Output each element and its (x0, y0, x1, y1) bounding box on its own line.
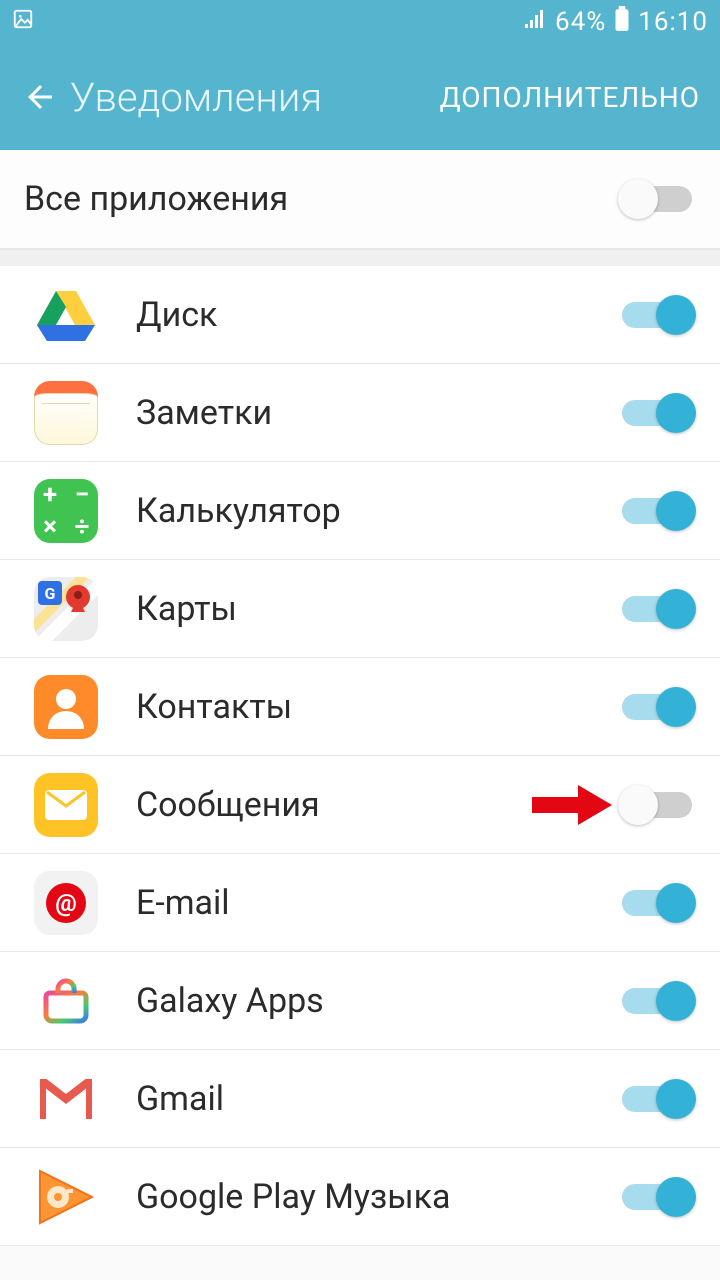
all-apps-row[interactable]: Все приложения (0, 150, 720, 250)
app-toggle-contacts[interactable] (618, 686, 696, 728)
maps-icon: G (34, 577, 98, 641)
app-row-calc[interactable]: +−×÷ Калькулятор (0, 462, 720, 560)
app-header: Уведомления ДОПОЛНИТЕЛЬНО (0, 44, 720, 150)
app-label: Заметки (136, 393, 618, 433)
all-apps-toggle[interactable] (618, 178, 696, 220)
app-toggle-playmusic[interactable] (618, 1176, 696, 1218)
signal-icon (523, 7, 547, 37)
battery-icon (614, 6, 630, 39)
galaxy-apps-icon (34, 969, 98, 1033)
app-label: E-mail (136, 883, 618, 923)
app-toggle-notes[interactable] (618, 392, 696, 434)
app-label: Карты (136, 589, 618, 629)
image-indicator-icon (12, 7, 34, 37)
header-action-more[interactable]: ДОПОЛНИТЕЛЬНО (440, 81, 700, 114)
app-toggle-maps[interactable] (618, 588, 696, 630)
play-music-icon (34, 1165, 98, 1229)
app-row-messages[interactable]: Сообщения (0, 756, 720, 854)
gmail-icon (34, 1067, 98, 1131)
svg-text:G: G (45, 584, 56, 603)
calculator-icon: +−×÷ (34, 479, 98, 543)
app-row-email[interactable]: @ E-mail (0, 854, 720, 952)
app-label: Контакты (136, 687, 618, 727)
app-row-playmusic[interactable]: Google Play Музыка (0, 1148, 720, 1246)
page-title: Уведомления (70, 74, 440, 121)
back-button[interactable] (20, 77, 60, 117)
app-row-contacts[interactable]: Контакты (0, 658, 720, 756)
contacts-icon (34, 675, 98, 739)
app-label: Диск (136, 295, 618, 335)
drive-icon (34, 283, 98, 347)
app-toggle-email[interactable] (618, 882, 696, 924)
app-label: Gmail (136, 1079, 618, 1119)
app-row-notes[interactable]: Заметки (0, 364, 720, 462)
section-gap (0, 250, 720, 266)
all-apps-label: Все приложения (24, 179, 618, 219)
app-list: Диск Заметки +−×÷ Калькулятор G (0, 266, 720, 1246)
clock: 16:10 (638, 7, 708, 37)
app-toggle-drive[interactable] (618, 294, 696, 336)
annotation-arrow-icon (532, 783, 612, 827)
app-row-galaxyapps[interactable]: Galaxy Apps (0, 952, 720, 1050)
status-bar: 64% 16:10 (0, 0, 720, 44)
app-toggle-galaxyapps[interactable] (618, 980, 696, 1022)
app-toggle-calc[interactable] (618, 490, 696, 532)
app-toggle-messages[interactable] (618, 784, 696, 826)
app-row-gmail[interactable]: Gmail (0, 1050, 720, 1148)
app-label: Google Play Музыка (136, 1177, 618, 1217)
app-toggle-gmail[interactable] (618, 1078, 696, 1120)
app-row-maps[interactable]: G Карты (0, 560, 720, 658)
notes-icon (34, 381, 98, 445)
app-label: Калькулятор (136, 491, 618, 531)
messages-icon (34, 773, 98, 837)
battery-percent: 64% (555, 7, 606, 37)
svg-text:@: @ (55, 889, 77, 917)
app-row-drive[interactable]: Диск (0, 266, 720, 364)
app-label: Galaxy Apps (136, 981, 618, 1021)
email-icon: @ (34, 871, 98, 935)
